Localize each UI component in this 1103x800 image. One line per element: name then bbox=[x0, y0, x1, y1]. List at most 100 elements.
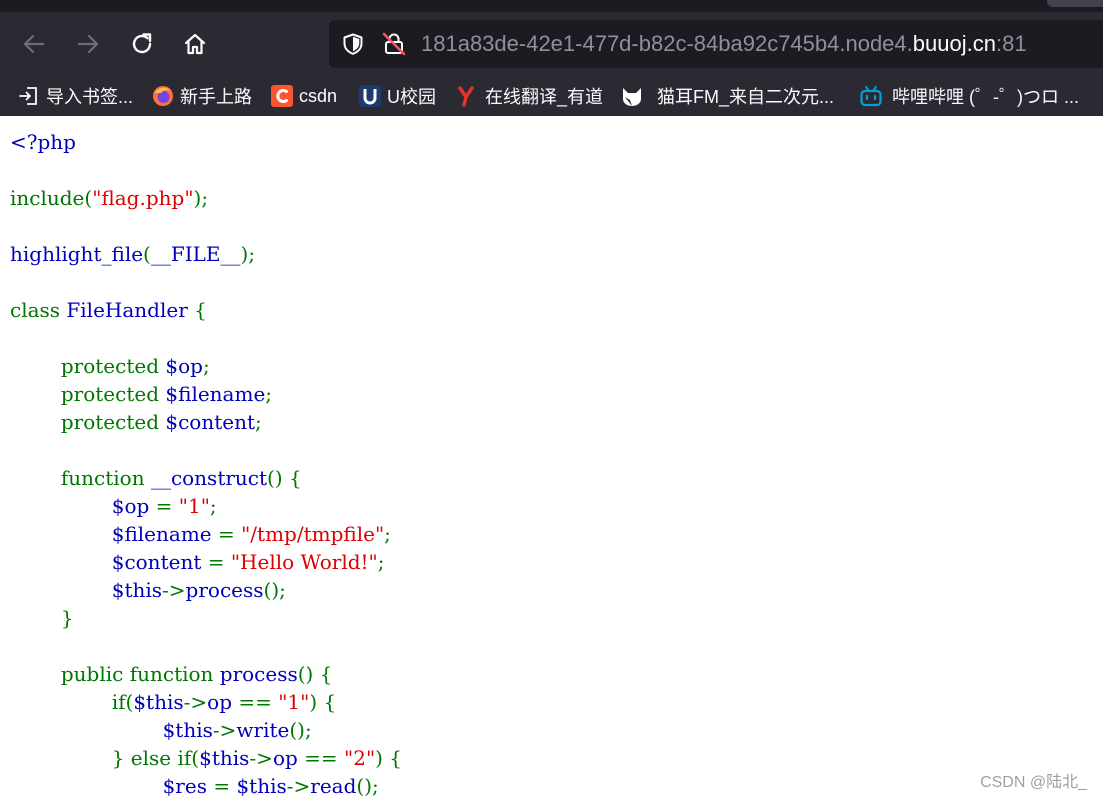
bookmark-getting-started[interactable]: 新手上路 bbox=[152, 82, 252, 110]
code-identifier: process bbox=[219, 662, 298, 686]
code-identifier: op bbox=[207, 690, 239, 714]
insecure-lock-icon[interactable] bbox=[381, 31, 407, 57]
code-punct: ; bbox=[384, 522, 391, 546]
code-punct: == bbox=[238, 690, 279, 714]
home-button[interactable] bbox=[177, 26, 213, 62]
code-punct: ) { bbox=[309, 690, 337, 714]
code-line: $content = "Hello World!"; bbox=[10, 548, 402, 576]
forward-button[interactable] bbox=[70, 26, 106, 62]
code-line: $op = "1"; bbox=[10, 492, 402, 520]
php-open-tag: <?php bbox=[10, 130, 76, 154]
bookmark-label: 新手上路 bbox=[180, 87, 252, 107]
arrow-left-icon bbox=[23, 34, 45, 54]
code-identifier: $op bbox=[111, 494, 156, 518]
code-identifier: highlight_file bbox=[10, 242, 144, 266]
code-line: class FileHandler { bbox=[10, 296, 402, 324]
back-button[interactable] bbox=[16, 26, 52, 62]
code-line: protected $op; bbox=[10, 352, 402, 380]
code-punct: ( bbox=[143, 242, 151, 266]
code-line: protected $content; bbox=[10, 408, 402, 436]
code-identifier: read bbox=[310, 774, 357, 798]
code-line: highlight_file(__FILE__); bbox=[10, 240, 402, 268]
code-punct: -> bbox=[183, 690, 208, 714]
youdao-icon bbox=[457, 85, 479, 107]
code-identifier: $res bbox=[162, 774, 214, 798]
code-punct: = bbox=[217, 522, 242, 546]
reload-icon bbox=[132, 33, 152, 54]
arrow-right-icon bbox=[77, 34, 99, 54]
url-domain: buuoj.cn bbox=[912, 31, 996, 56]
code-identifier: $content bbox=[111, 550, 208, 574]
code-line: protected $filename; bbox=[10, 380, 402, 408]
bookmark-label: 在线翻译_有道 bbox=[485, 87, 604, 107]
code-keyword: protected bbox=[10, 410, 166, 434]
code-identifier: $filename bbox=[165, 382, 266, 406]
code-punct: () { bbox=[297, 662, 333, 686]
url-text[interactable]: 181a83de-42e1-477d-b82c-84ba92c745b4.nod… bbox=[421, 31, 1027, 57]
bookmark-csdn[interactable]: csdn bbox=[271, 82, 337, 110]
bookmark-import[interactable]: 导入书签... bbox=[18, 82, 133, 110]
bookmark-label: U校园 bbox=[387, 87, 436, 107]
code-identifier: write bbox=[236, 718, 290, 742]
code-punct: -> bbox=[162, 578, 186, 602]
code-punct: (); bbox=[263, 578, 286, 602]
shield-icon[interactable] bbox=[341, 32, 365, 56]
code-identifier: $content bbox=[165, 410, 256, 434]
code-identifier: $this bbox=[199, 746, 250, 770]
code-punct: ) { bbox=[375, 746, 403, 770]
code-punct: -> bbox=[212, 718, 237, 742]
address-bar[interactable]: 181a83de-42e1-477d-b82c-84ba92c745b4.nod… bbox=[329, 20, 1103, 68]
import-icon bbox=[18, 85, 40, 107]
code-identifier: $this bbox=[236, 774, 287, 798]
navigation-toolbar: 181a83de-42e1-477d-b82c-84ba92c745b4.nod… bbox=[0, 12, 1103, 76]
bookmark-u-campus[interactable]: U校园 bbox=[359, 82, 436, 110]
code-line: $filename = "/tmp/tmpfile"; bbox=[10, 520, 402, 548]
code-identifier: op bbox=[272, 746, 305, 770]
reload-button[interactable] bbox=[124, 26, 160, 62]
tab-strip bbox=[0, 0, 1103, 12]
code-punct: -> bbox=[286, 774, 311, 798]
code-line: } else if($this->op == "2") { bbox=[10, 744, 402, 772]
code-identifier: $filename bbox=[111, 522, 218, 546]
bookmark-label: csdn bbox=[299, 85, 338, 106]
firefox-icon bbox=[152, 85, 174, 107]
code-string: "flag.php" bbox=[92, 186, 194, 210]
missevan-icon bbox=[621, 85, 643, 107]
u-campus-icon bbox=[359, 85, 381, 107]
code-line: } bbox=[10, 604, 402, 632]
code-punct: ; bbox=[202, 354, 210, 378]
url-port: :81 bbox=[995, 31, 1027, 56]
code-punct: ); bbox=[193, 186, 209, 210]
code-punct: ; bbox=[377, 550, 385, 574]
code-line: function __construct() { bbox=[10, 464, 402, 492]
code-punct: ); bbox=[240, 242, 256, 266]
bookmark-youdao[interactable]: 在线翻译_有道 bbox=[457, 82, 603, 110]
code-punct: ; bbox=[265, 382, 273, 406]
code-keyword: include( bbox=[10, 186, 93, 210]
code-keyword: function bbox=[129, 662, 220, 686]
code-keyword: protected bbox=[10, 354, 166, 378]
code-keyword: class bbox=[10, 298, 67, 322]
code-line: $this->write(); bbox=[10, 716, 402, 744]
code-punct: (); bbox=[289, 718, 312, 742]
code-identifier: $this bbox=[133, 690, 184, 714]
bilibili-icon bbox=[860, 85, 882, 107]
code-identifier: __construct bbox=[150, 466, 268, 490]
code-line: $this->process(); bbox=[10, 576, 402, 604]
bookmark-bilibili[interactable]: 哔哩哔哩 (゜-゜)つロ ... bbox=[860, 82, 1079, 110]
php-source-code: <?php include("flag.php"); highlight_file(… bbox=[10, 128, 402, 800]
bookmarks-toolbar: 导入书签... 新手上路 csdn U校园 在线翻译_有道 猫耳FM_来自二次元… bbox=[0, 76, 1103, 116]
code-string: "1" bbox=[178, 494, 210, 518]
tab-edge[interactable] bbox=[1047, 0, 1103, 7]
bookmark-missevan[interactable]: 猫耳FM_来自二次元... bbox=[621, 82, 834, 110]
bookmark-label: 猫耳FM_来自二次元... bbox=[657, 87, 835, 107]
